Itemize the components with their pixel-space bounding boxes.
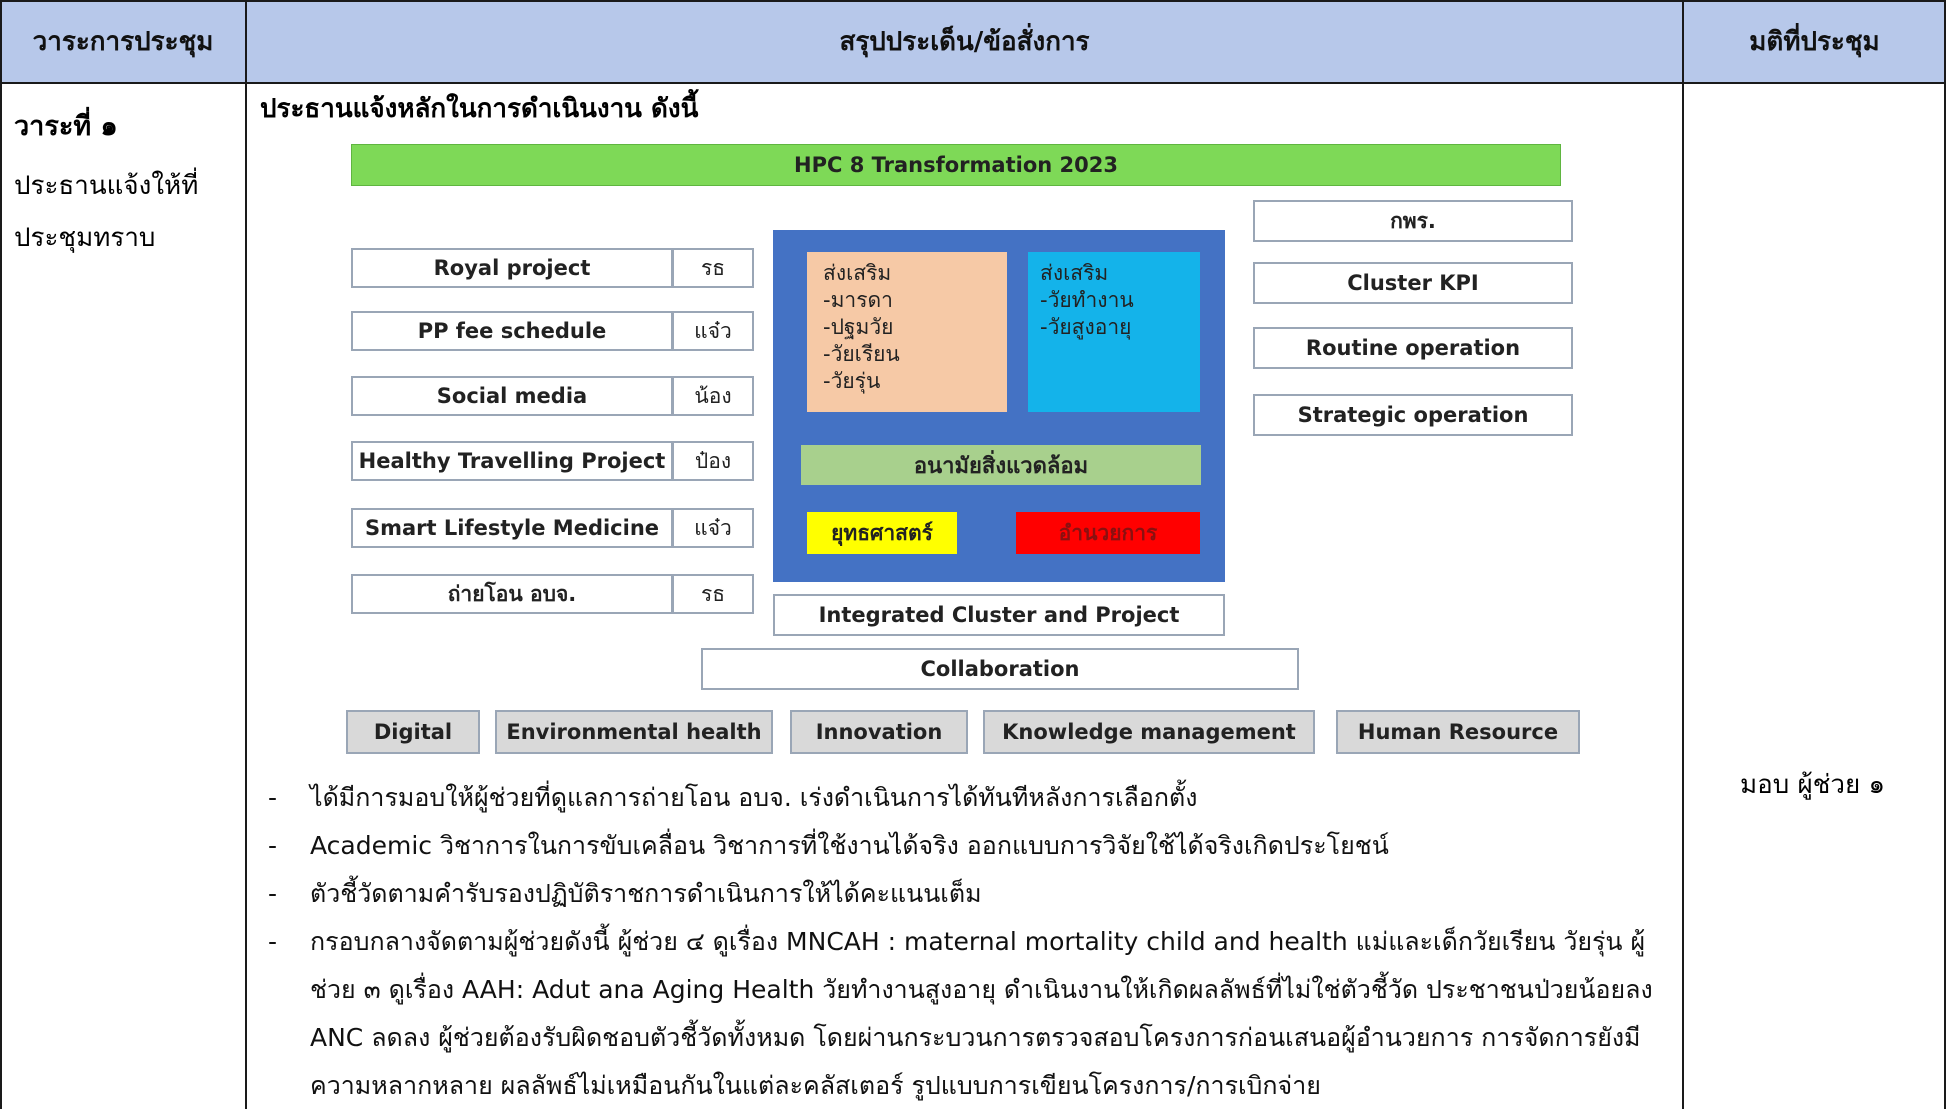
list-item: - Academic วิชาการในการขับเคลื่อน วิชาการ…: [268, 831, 1389, 860]
list-item: - ได้มีการมอบให้ผู้ช่วยที่ดูแลการถ่ายโอน …: [268, 783, 1198, 812]
promotion-line: -วัยเรียน: [823, 342, 900, 366]
left-item-label: Social media: [351, 376, 673, 416]
pillar-box: Knowledge management: [983, 710, 1315, 754]
promotion-line: -มารดา: [823, 288, 893, 312]
summary-bullets: - ได้มีการมอบให้ผู้ช่วยที่ดูแลการถ่ายโอน …: [268, 774, 1678, 1110]
left-item-label: Smart Lifestyle Medicine: [351, 508, 673, 548]
bullet-text: กรอบกลางจัดตามผู้ช่วยดังนี้ ผู้ช่วย ๔ ดู…: [310, 927, 1653, 1100]
right-item: Strategic operation: [1253, 394, 1573, 436]
left-item-label: ถ่ายโอน อบจ.: [351, 574, 673, 614]
agenda-description: ประธานแจ้งให้ที่ประชุมทราบ: [14, 171, 199, 253]
left-item-owner: รธ: [672, 574, 754, 614]
list-item: - ตัวชี้วัดตามคำรับรองปฏิบัติราชการดำเนิน…: [268, 879, 982, 908]
promotion-title: ส่งเสริม: [1040, 261, 1109, 285]
diagram-banner: HPC 8 Transformation 2023: [351, 144, 1561, 186]
right-item: Cluster KPI: [1253, 262, 1573, 304]
resolution-text: มอบ ผู้ช่วย ๑: [1740, 770, 1886, 800]
promotion-box-early-ages: ส่งเสริม -มารดา -ปฐมวัย -วัยเรียน -วัยรุ…: [807, 252, 1007, 412]
transformation-diagram: HPC 8 Transformation 2023 Royal project …: [330, 132, 1630, 762]
bullet-text: ตัวชี้วัดตามคำรับรองปฏิบัติราชการดำเนินก…: [310, 879, 982, 908]
left-item-label: Royal project: [351, 248, 673, 288]
right-item: Routine operation: [1253, 327, 1573, 369]
promotion-box-adult-ages: ส่งเสริม -วัยทำงาน -วัยสูงอายุ: [1028, 252, 1200, 412]
agenda-title: วาระที่ ๑: [14, 111, 118, 142]
left-item-owner: ป๋อง: [672, 441, 754, 481]
collaboration-box: Collaboration: [701, 648, 1299, 690]
header-divider: [0, 82, 1946, 84]
promotion-line: -วัยรุ่น: [823, 369, 881, 393]
column-divider: [1682, 0, 1684, 1109]
integrated-cluster-box: Integrated Cluster and Project: [773, 594, 1225, 636]
strategy-box: ยุทธศาสตร์: [807, 512, 957, 554]
left-item-owner: น้อง: [672, 376, 754, 416]
administration-box: อำนวยการ: [1016, 512, 1200, 554]
left-item-label: Healthy Travelling Project: [351, 441, 673, 481]
promotion-line: -ปฐมวัย: [823, 315, 894, 339]
list-item: - กรอบกลางจัดตามผู้ช่วยดังนี้ ผู้ช่วย ๔ ด…: [268, 927, 1653, 1100]
pillar-box: Environmental health: [495, 710, 773, 754]
bullet-text: Academic วิชาการในการขับเคลื่อน วิชาการท…: [310, 831, 1389, 860]
left-item-owner: รธ: [672, 248, 754, 288]
left-item-owner: แจ๋ว: [672, 508, 754, 548]
promotion-line: -วัยทำงาน: [1040, 288, 1134, 312]
left-item-owner: แจ๋ว: [672, 311, 754, 351]
left-item-label: PP fee schedule: [351, 311, 673, 351]
summary-heading: ประธานแจ้งหลักในการดำเนินงาน ดังนี้: [260, 94, 699, 124]
bullet-text: ได้มีการมอบให้ผู้ช่วยที่ดูแลการถ่ายโอน อ…: [310, 783, 1198, 812]
promotion-title: ส่งเสริม: [823, 261, 892, 285]
pillar-box: Innovation: [790, 710, 968, 754]
column-divider: [245, 0, 247, 1109]
pillar-box: Digital: [346, 710, 480, 754]
meeting-minutes-page: วาระการประชุม สรุปประเด็น/ข้อสั่งการ มติ…: [0, 0, 1946, 1109]
pillar-box: Human Resource: [1336, 710, 1580, 754]
right-item: กพร.: [1253, 200, 1573, 242]
environment-health-box: อนามัยสิ่งแวดล้อม: [801, 445, 1201, 485]
promotion-line: -วัยสูงอายุ: [1040, 315, 1132, 339]
